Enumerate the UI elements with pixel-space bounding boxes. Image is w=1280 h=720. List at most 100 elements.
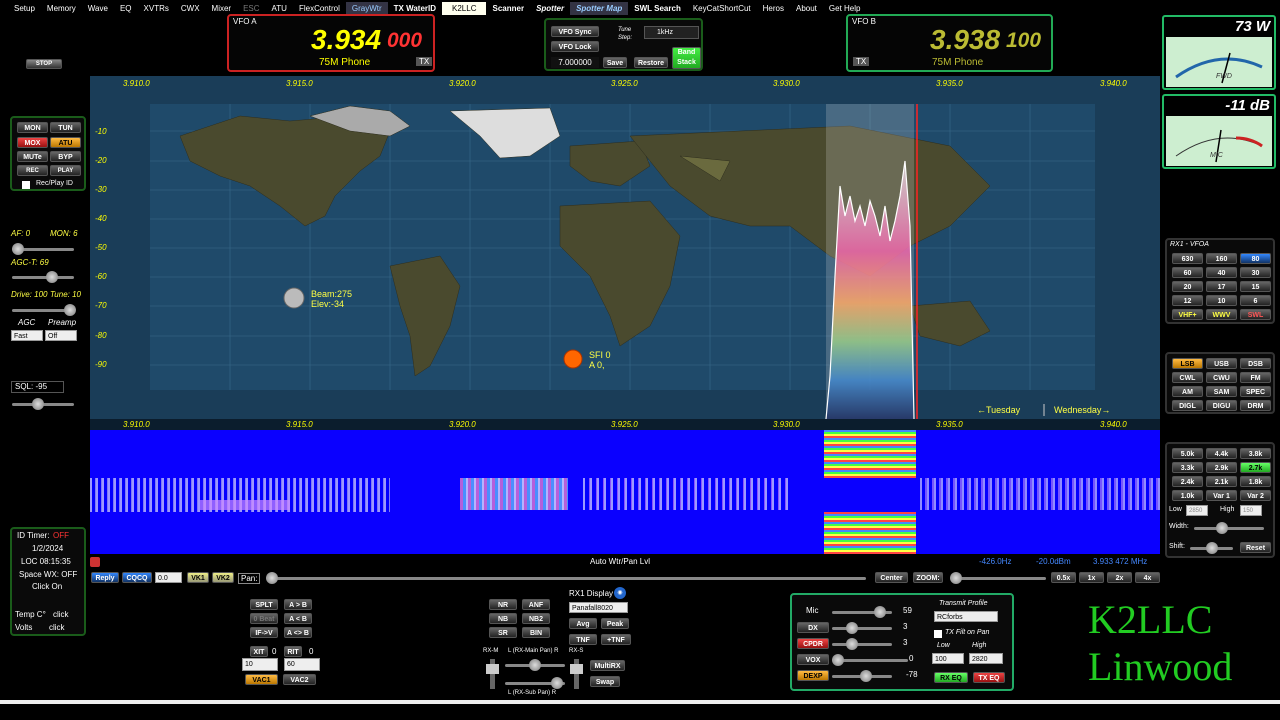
pan-slider[interactable]: [266, 572, 866, 584]
af-slider[interactable]: [12, 243, 74, 255]
space-wx[interactable]: Space WX: OFF: [19, 570, 77, 579]
filter-low-input[interactable]: 2850: [1186, 505, 1208, 516]
bin-button[interactable]: BIN: [522, 627, 550, 638]
mode-usb[interactable]: USB: [1206, 358, 1237, 369]
nb2-button[interactable]: NB2: [522, 613, 550, 624]
vfo-a-panel[interactable]: VFO A 3.934 000 75M Phone TX: [227, 14, 435, 72]
nr-button[interactable]: NR: [489, 599, 517, 610]
filter-2-4k[interactable]: 2.4k: [1172, 476, 1203, 487]
a-swap-b-button[interactable]: A <> B: [284, 627, 312, 638]
band-stack-button[interactable]: Band Stack: [672, 47, 701, 69]
freq-entry[interactable]: 7.000000: [551, 57, 599, 68]
a-to-b-button[interactable]: A > B: [284, 599, 312, 610]
band-160[interactable]: 160: [1206, 253, 1237, 264]
save-button[interactable]: Save: [603, 57, 627, 68]
dx-slider[interactable]: [832, 622, 892, 634]
band-15[interactable]: 15: [1240, 281, 1271, 292]
peak-button[interactable]: Peak: [601, 618, 629, 629]
b-to-a-button[interactable]: A < B: [284, 613, 312, 624]
anf-button[interactable]: ANF: [522, 599, 550, 610]
menu-heros[interactable]: Heros: [757, 2, 790, 15]
zoom-4x-button[interactable]: 4x: [1135, 572, 1160, 583]
vox-slider[interactable]: [832, 654, 908, 666]
mode-drm[interactable]: DRM: [1240, 400, 1271, 411]
band-40[interactable]: 40: [1206, 267, 1237, 278]
mode-dsb[interactable]: DSB: [1240, 358, 1271, 369]
mute-button[interactable]: MUTe: [17, 151, 48, 162]
tx-high-input[interactable]: 2820: [969, 653, 1003, 664]
width-slider[interactable]: [1194, 522, 1264, 534]
mode-lsb[interactable]: LSB: [1172, 358, 1203, 369]
sql-slider[interactable]: [12, 398, 74, 410]
menu-tx-waterid[interactable]: TX WaterID: [388, 2, 442, 15]
filter-3-8k[interactable]: 3.8k: [1240, 448, 1271, 459]
filter-var1[interactable]: Var 1: [1206, 490, 1237, 501]
menu-setup[interactable]: Setup: [8, 2, 41, 15]
xit-step[interactable]: 10: [242, 658, 278, 671]
display-mode-select[interactable]: Panafall8020: [569, 602, 628, 613]
center-button[interactable]: Center: [875, 572, 908, 583]
vfo-sync-button[interactable]: VFO Sync: [551, 26, 599, 37]
rit-step[interactable]: 60: [284, 658, 320, 671]
vfo-b-freq-sub[interactable]: 100: [1006, 29, 1041, 53]
zero-beat-button[interactable]: 0 Beat: [250, 613, 278, 624]
tun-button[interactable]: TUN: [50, 122, 81, 133]
vfo-a-freq-main[interactable]: 3.934: [311, 24, 381, 56]
tune-step-select[interactable]: 1kHz: [644, 26, 699, 39]
filter-2-9k[interactable]: 2.9k: [1206, 462, 1237, 473]
vfo-b-panel[interactable]: VFO B 3.938 100 75M Phone TX: [846, 14, 1053, 72]
tx-eq-button[interactable]: TX EQ: [973, 672, 1005, 683]
menu-scanner[interactable]: Scanner: [486, 2, 530, 15]
id-timer-value[interactable]: OFF: [53, 531, 69, 540]
xit-button[interactable]: XIT: [250, 646, 268, 657]
band-80[interactable]: 80: [1240, 253, 1271, 264]
mode-sam[interactable]: SAM: [1206, 386, 1237, 397]
mon-button[interactable]: MON: [17, 122, 48, 133]
stop-button[interactable]: STOP: [26, 59, 62, 69]
tnf-button[interactable]: TNF: [569, 634, 597, 645]
reply-button[interactable]: Reply: [91, 572, 119, 583]
vfo-lock-button[interactable]: VFO Lock: [551, 41, 599, 52]
band-10[interactable]: 10: [1206, 295, 1237, 306]
mode-spec[interactable]: SPEC: [1240, 386, 1271, 397]
transmit-profile-select[interactable]: RCforbs: [934, 611, 998, 622]
vac2-button[interactable]: VAC2: [283, 674, 316, 685]
temp-click[interactable]: click: [53, 610, 69, 619]
menu-spotter-map[interactable]: Spotter Map: [570, 1, 629, 15]
vfo-a-freq-sub[interactable]: 000: [387, 29, 422, 53]
filter-1k[interactable]: 1.0k: [1172, 490, 1203, 501]
filter-reset-button[interactable]: Reset: [1240, 542, 1271, 553]
vk1-button[interactable]: VK1: [187, 572, 209, 583]
shift-slider[interactable]: [1190, 542, 1233, 554]
rec-play-id-checkbox[interactable]: [22, 181, 30, 189]
band-swl[interactable]: SWL: [1240, 309, 1271, 320]
mox-button[interactable]: MOX: [17, 137, 48, 148]
menu-get-help[interactable]: Get Help: [823, 2, 867, 15]
mode-am[interactable]: AM: [1172, 386, 1203, 397]
agc-select[interactable]: Fast: [11, 330, 43, 341]
mode-digl[interactable]: DIGL: [1172, 400, 1203, 411]
mode-cwu[interactable]: CWU: [1206, 372, 1237, 383]
menu-eq[interactable]: EQ: [114, 2, 138, 15]
mode-cwl[interactable]: CWL: [1172, 372, 1203, 383]
click-on[interactable]: Click On: [32, 582, 62, 591]
menu-about[interactable]: About: [790, 2, 823, 15]
band-17[interactable]: 17: [1206, 281, 1237, 292]
rx-sub-volume[interactable]: [570, 659, 583, 689]
zoom-slider[interactable]: [950, 572, 1046, 584]
filter-2-7k[interactable]: 2.7k: [1240, 462, 1271, 473]
filter-high-input[interactable]: 150: [1240, 505, 1262, 516]
rx-main-pan-slider[interactable]: [505, 659, 565, 671]
menu-memory[interactable]: Memory: [41, 2, 82, 15]
band-wwv[interactable]: WWV: [1206, 309, 1237, 320]
record-icon[interactable]: [90, 557, 100, 567]
band-20[interactable]: 20: [1172, 281, 1203, 292]
zoom-05x-button[interactable]: 0.5x: [1051, 572, 1076, 583]
tx-low-input[interactable]: 100: [932, 653, 964, 664]
filter-4-4k[interactable]: 4.4k: [1206, 448, 1237, 459]
filter-2-1k[interactable]: 2.1k: [1206, 476, 1237, 487]
dexp-button[interactable]: DEXP: [797, 670, 829, 681]
filter-5k[interactable]: 5.0k: [1172, 448, 1203, 459]
band-60[interactable]: 60: [1172, 267, 1203, 278]
menu-graywtr[interactable]: GrayWtr: [345, 1, 388, 15]
